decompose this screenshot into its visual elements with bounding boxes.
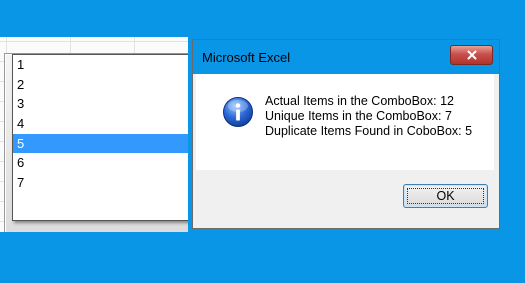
dialog-titlebar[interactable]: Microsoft Excel xyxy=(193,40,499,74)
list-item[interactable]: 7 xyxy=(13,173,189,193)
dialog-message: Actual Items in the ComboBox: 12 Unique … xyxy=(265,94,472,139)
list-item[interactable]: 6 xyxy=(13,153,189,173)
list-item[interactable]: 1 xyxy=(13,55,189,75)
ok-button[interactable]: OK xyxy=(403,184,488,208)
close-button[interactable] xyxy=(450,45,493,65)
close-icon xyxy=(467,50,476,60)
dialog-title: Microsoft Excel xyxy=(202,50,291,65)
list-item[interactable]: 4 xyxy=(13,114,189,134)
message-line: Unique Items in the ComboBox: 7 xyxy=(265,109,452,123)
list-item[interactable]: 3 xyxy=(13,94,189,114)
list-item-selected[interactable]: 5 xyxy=(13,133,189,154)
dialog-content: Actual Items in the ComboBox: 12 Unique … xyxy=(196,74,494,170)
message-line: Actual Items in the ComboBox: 12 xyxy=(265,94,454,108)
message-box: Microsoft Excel Actual Items in the Comb… xyxy=(192,39,500,229)
list-item[interactable]: 2 xyxy=(13,75,189,95)
information-icon xyxy=(223,97,253,127)
combobox-dropdown-list: 1 2 3 4 5 6 7 xyxy=(12,54,190,221)
ok-button-label: OK xyxy=(436,189,455,203)
message-line: Duplicate Items Found in CoboBox: 5 xyxy=(265,124,473,138)
